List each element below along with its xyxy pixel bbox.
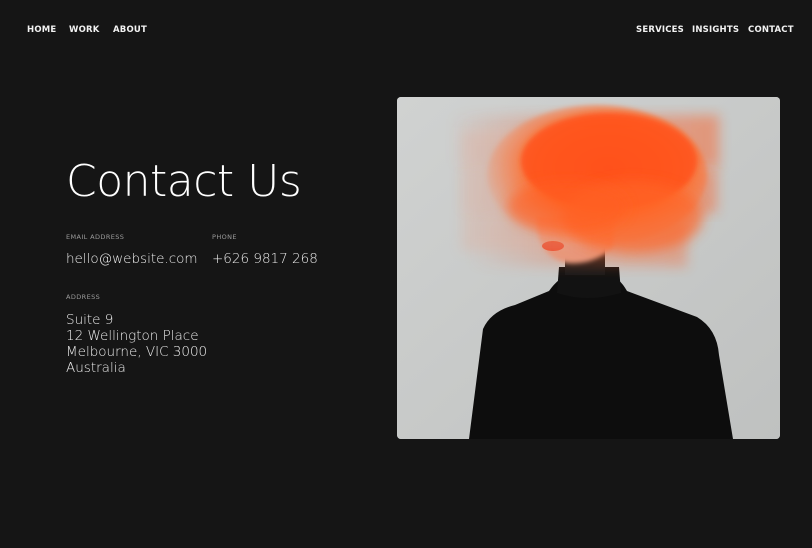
address-line: Suite 9 bbox=[66, 312, 114, 328]
address-label: ADDRESS bbox=[66, 293, 101, 301]
page-title: Contact Us bbox=[66, 156, 302, 207]
nav-link-about[interactable]: ABOUT bbox=[113, 25, 147, 35]
email-link[interactable]: hello@website.com bbox=[66, 251, 198, 267]
phone-link[interactable]: +626 9817 268 bbox=[212, 251, 318, 267]
top-navigation: HOME WORK ABOUT SERVICES INSIGHTS CONTAC… bbox=[0, 0, 812, 60]
nav-link-contact[interactable]: CONTACT bbox=[748, 25, 794, 35]
nav-link-insights[interactable]: INSIGHTS bbox=[692, 25, 739, 35]
address-block: Suite 9 12 Wellington Place Melbourne, V… bbox=[66, 312, 207, 376]
address-line: Australia bbox=[66, 360, 126, 376]
email-label: EMAIL ADDRESS bbox=[66, 233, 125, 241]
nav-link-services[interactable]: SERVICES bbox=[636, 25, 684, 35]
portrait-illustration bbox=[397, 97, 780, 439]
portrait-image bbox=[397, 97, 780, 439]
nav-link-work[interactable]: WORK bbox=[69, 25, 100, 35]
nav-link-home[interactable]: HOME bbox=[27, 25, 56, 35]
address-line: 12 Wellington Place bbox=[66, 328, 199, 344]
address-line: Melbourne, VIC 3000 bbox=[66, 344, 208, 360]
phone-label: PHONE bbox=[212, 233, 237, 241]
